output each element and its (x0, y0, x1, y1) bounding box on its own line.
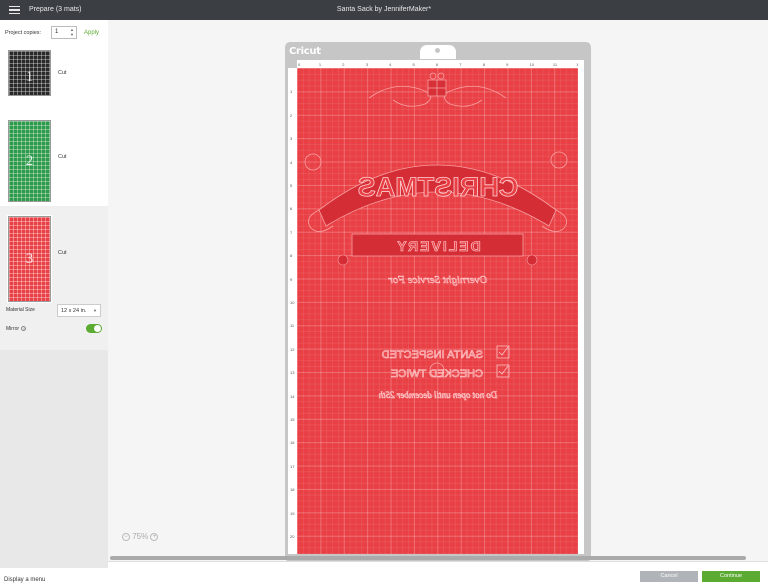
mirror-toggle[interactable] (86, 324, 102, 333)
ruler-left-tick: 6 (290, 206, 293, 212)
project-copies-row: Project copies: 1 ▲ ▼ Apply (0, 20, 108, 46)
mat-thumbnail-3[interactable]: 3 (8, 216, 51, 302)
chevron-down-icon: ▼ (93, 308, 97, 313)
snowflake-icon (550, 151, 568, 169)
copies-stepper-icon[interactable]: ▲ ▼ (70, 27, 74, 37)
ruler-top-tick: 1 (318, 62, 322, 67)
ruler-top-tick: 10 (529, 62, 534, 67)
mat-cut-label-3: Cut (58, 250, 67, 256)
flourish-left (368, 85, 431, 107)
top-bar: Prepare (3 mats) Santa Sack by JenniferM… (0, 0, 768, 20)
ruler-left-tick: 2 (290, 112, 293, 118)
snowflake-icon (304, 153, 322, 171)
project-copies-label: Project copies: (5, 30, 42, 36)
info-icon[interactable]: i (21, 326, 27, 331)
ruler-top-tick: 3 (365, 62, 368, 67)
ruler-left-tick: 5 (290, 183, 293, 188)
ruler-top-tick: 2 (342, 62, 345, 67)
mat-hang-tab (420, 45, 456, 59)
ruler-left-tick: 4 (290, 159, 293, 165)
ruler-left-tick: 20 (290, 534, 295, 539)
mat-thumbnail-1[interactable]: 1 (8, 50, 51, 96)
ruler-top-tick: 6 (435, 62, 439, 67)
ruler-left-tick: 16 (290, 440, 295, 446)
mat-thumbnail-2[interactable]: 2 (8, 120, 51, 202)
ruler-top-tick: 5 (412, 62, 415, 67)
ruler-left-tick: 10 (290, 300, 295, 305)
ruler-left-tick: 1 (290, 89, 293, 95)
ruler-left-tick: 18 (290, 487, 295, 493)
project-title: Santa Sack by JenniferMaker* (336, 6, 432, 13)
christmas-text: CHRISTMAS (358, 172, 519, 202)
ruler-left-tick: 3 (290, 136, 293, 142)
ruler-left-tick: 13 (290, 370, 295, 376)
material-size-value: 12 x 24 in. (61, 308, 87, 314)
zoom-control: − 75% + (122, 532, 159, 541)
ruler-left-tick: 17 (290, 463, 295, 469)
bottom-bar: Cancel Continue (108, 561, 768, 588)
mat-right-strip (578, 60, 584, 554)
ruler-top-tick: 9 (506, 62, 509, 67)
ruler-top-tick: 4 (389, 62, 392, 67)
santa-sack-design[interactable]: CHRISTMAS DELIVERY Overnight Service For… (297, 68, 578, 554)
ruler-left-tick: 12 (290, 346, 295, 352)
flourish-right (444, 85, 507, 107)
mat-item-2[interactable]: 2 Cut (0, 118, 108, 206)
zoom-out-icon[interactable]: − (122, 532, 130, 541)
mat-cut-label-2: Cut (58, 154, 67, 160)
brand-logo: Cricut (289, 46, 321, 57)
continue-button[interactable]: Continue (702, 571, 760, 582)
ruler-left-tick: 7 (290, 229, 293, 235)
material-size-select[interactable]: 12 x 24 in. ▼ (57, 304, 101, 317)
zoom-in-icon[interactable]: + (150, 532, 159, 541)
horizontal-scrollbar[interactable] (110, 556, 746, 560)
do-not-open-text: Do not open until december 25th (378, 390, 498, 400)
overnight-text: Overnight Service For (388, 274, 488, 286)
ruler-left-tick: 8 (290, 253, 293, 259)
display-menu-link[interactable]: Display a menu (0, 568, 108, 588)
ruler-top-tick: 7 (459, 62, 462, 67)
mat-item-1[interactable]: 1 Cut (0, 46, 108, 118)
mat-number-3: 3 (25, 250, 34, 267)
delivery-text: DELIVERY (395, 238, 481, 254)
ruler-left-tick: 15 (290, 417, 295, 422)
mat-number-1: 1 (25, 68, 34, 85)
zoom-level: 75% (132, 532, 149, 541)
santa-inspected-text: SANTA INSPECTED (382, 349, 483, 361)
material-size-label: Material Size (6, 307, 35, 313)
ruler-left-tick: 19 (290, 510, 295, 516)
cancel-button[interactable]: Cancel (640, 571, 698, 582)
ruler-left-tick: 11 (290, 323, 295, 329)
ruler-top-tick: 0 (298, 62, 301, 67)
mat-cut-label-1: Cut (58, 70, 67, 76)
ruler-top: 0123456789101112 (297, 60, 584, 68)
ruler-top-tick: 8 (482, 62, 485, 67)
apply-button[interactable]: Apply (84, 30, 99, 36)
ruler-top-tick: 11 (552, 62, 558, 67)
ruler-left-tick: 9 (290, 276, 293, 282)
checked-twice-text: CHECKED TWICE (391, 368, 483, 380)
left-panel: Project copies: 1 ▲ ▼ Apply 1 Cut 2 Cut 3… (0, 20, 108, 568)
ruler-left: 1 2 3 4 5 6 7 8 9 10 11 12 13 14 15 16 17 18 19 20 (288, 68, 297, 554)
ruler-left-tick: 14 (290, 393, 295, 399)
mat-number-2: 2 (25, 153, 34, 169)
mirror-label: Mirror i (6, 326, 27, 332)
